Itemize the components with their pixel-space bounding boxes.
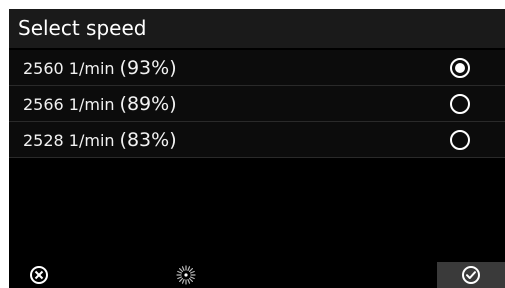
confirm-button[interactable]: [437, 262, 505, 288]
speed-option-label: 2560 1/min (93%): [23, 57, 177, 79]
speed-option-row-3[interactable]: 2528 1/min (83%): [9, 122, 505, 158]
radio-button[interactable]: [450, 94, 470, 114]
speed-percent: (93%): [119, 57, 177, 79]
page-title: Select speed: [18, 16, 147, 40]
footer-bar: [9, 262, 505, 288]
header-bar: Select speed: [9, 9, 505, 48]
busy-indicator: [166, 262, 206, 288]
speed-percent: (89%): [119, 93, 177, 115]
speed-option-row-2[interactable]: 2566 1/min (89%): [9, 86, 505, 122]
speed-option-label: 2528 1/min (83%): [23, 129, 177, 151]
speed-percent: (83%): [119, 129, 177, 151]
speed-value: 2560 1/min: [23, 59, 115, 78]
speed-selection-screen: Select speed 2560 1/min (93%) 2566 1/min(…: [9, 9, 505, 288]
check-icon: [462, 266, 480, 284]
loading-spinner-icon: [176, 265, 196, 285]
cancel-icon: [30, 266, 48, 284]
speed-value: 2566 1/min: [23, 95, 115, 114]
speed-option-label: 2566 1/min (89%): [23, 93, 177, 115]
cancel-button[interactable]: [19, 262, 59, 288]
speed-option-list: 2560 1/min (93%) 2566 1/min (89%) 2528 1/m…: [9, 50, 505, 158]
radio-button[interactable]: [450, 130, 470, 150]
speed-value: 2528 1/min: [23, 131, 115, 150]
radio-button-selected[interactable]: [450, 58, 470, 78]
speed-option-row-1[interactable]: 2560 1/min (93%): [9, 50, 505, 86]
